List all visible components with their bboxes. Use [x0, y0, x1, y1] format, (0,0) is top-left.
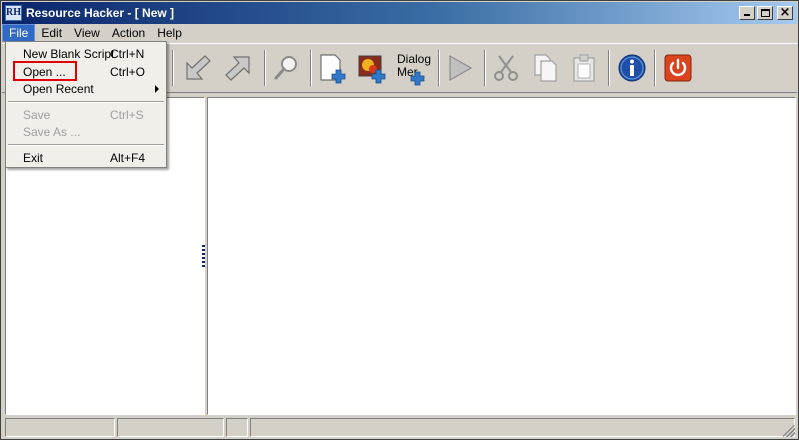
- paste-icon: [573, 54, 595, 82]
- menu-item-save-as[interactable]: Save As ...: [6, 123, 166, 140]
- menu-item-label: Save As ...: [23, 125, 81, 139]
- forward-arrow-icon: [225, 56, 250, 81]
- search-icon: [274, 56, 297, 80]
- add-image-resource-icon: [358, 55, 386, 84]
- status-panel-3: [226, 418, 248, 437]
- menu-item-label: Save: [23, 108, 51, 122]
- exit-button[interactable]: [662, 52, 694, 84]
- paste-button[interactable]: [568, 52, 600, 84]
- toolbar-separator: [608, 50, 610, 86]
- menu-item-shortcut: Ctrl+S: [110, 108, 144, 122]
- add-binary-resource-icon: [320, 54, 346, 84]
- dialog-menu-add-button[interactable]: [398, 58, 430, 90]
- menu-view[interactable]: View: [68, 24, 106, 42]
- menu-bar: File Edit View Action Help: [2, 24, 797, 42]
- back-button[interactable]: [182, 52, 214, 84]
- menu-item-exit[interactable]: Exit Alt+F4: [6, 149, 166, 166]
- menu-item-shortcut: Ctrl+O: [110, 65, 146, 79]
- back-arrow-icon: [186, 55, 211, 80]
- toolbar-separator: [172, 50, 174, 86]
- add-image-resource-button[interactable]: [356, 52, 388, 84]
- menu-item-label: New Blank Script: [23, 47, 115, 61]
- about-button[interactable]: [616, 52, 648, 84]
- menu-item-label: Open Recent: [23, 82, 94, 96]
- window-title: Resource Hacker - [ New ]: [26, 6, 175, 20]
- minimize-button[interactable]: [739, 6, 755, 20]
- menu-separator: [8, 101, 164, 103]
- toolbar-separator: [484, 50, 486, 86]
- file-menu-dropdown: New Blank Script Ctrl+N Open ... Ctrl+O …: [5, 41, 167, 168]
- menu-help[interactable]: Help: [151, 24, 188, 42]
- add-binary-resource-button[interactable]: [316, 52, 348, 84]
- submenu-arrow-icon: [155, 85, 159, 93]
- main-window: RH Resource Hacker - [ New ] × File Edit…: [0, 0, 799, 440]
- status-panel-1: [5, 418, 115, 437]
- forward-button[interactable]: [222, 52, 254, 84]
- menu-item-label: Exit: [23, 151, 44, 165]
- info-icon: [618, 54, 646, 82]
- menu-item-new-blank-script[interactable]: New Blank Script Ctrl+N: [6, 45, 166, 62]
- menu-item-open-recent[interactable]: Open Recent: [6, 80, 166, 97]
- toolbar-separator: [264, 50, 266, 86]
- menu-item-shortcut: Alt+F4: [110, 151, 146, 165]
- menu-action[interactable]: Action: [106, 24, 151, 42]
- toolbar-separator: [310, 50, 312, 86]
- menu-item-shortcut: Ctrl+N: [110, 47, 145, 61]
- status-bar: [2, 417, 797, 439]
- close-icon: ×: [779, 5, 791, 20]
- close-button[interactable]: ×: [777, 5, 793, 20]
- menu-item-save[interactable]: Save Ctrl+S: [6, 106, 166, 123]
- maximize-button[interactable]: [757, 6, 773, 20]
- status-panel-4: [250, 418, 795, 437]
- menu-file[interactable]: File: [2, 24, 36, 42]
- cut-button[interactable]: [490, 52, 522, 84]
- app-icon: RH: [5, 5, 22, 21]
- dialog-menu-add-icon: [410, 71, 425, 86]
- window-controls: ×: [739, 5, 793, 20]
- status-panel-2: [117, 418, 224, 437]
- toolbar-separator: [438, 50, 440, 86]
- toolbar-separator: [654, 50, 656, 86]
- resize-grip[interactable]: [783, 425, 795, 437]
- open-highlight-box: [13, 61, 77, 81]
- copy-icon: [534, 54, 557, 82]
- menu-edit[interactable]: Edit: [35, 24, 68, 42]
- run-script-button[interactable]: [444, 52, 476, 84]
- maximize-icon: [761, 9, 770, 17]
- pane-splitter[interactable]: [202, 245, 205, 269]
- play-icon: [449, 55, 473, 81]
- editor-pane[interactable]: [207, 97, 796, 415]
- find-button[interactable]: [270, 52, 302, 84]
- cut-icon: [494, 55, 518, 81]
- title-bar[interactable]: RH Resource Hacker - [ New ] ×: [2, 2, 797, 24]
- copy-button[interactable]: [530, 52, 562, 84]
- menu-separator: [8, 144, 164, 146]
- power-icon: [664, 54, 692, 82]
- minimize-icon: [744, 14, 750, 16]
